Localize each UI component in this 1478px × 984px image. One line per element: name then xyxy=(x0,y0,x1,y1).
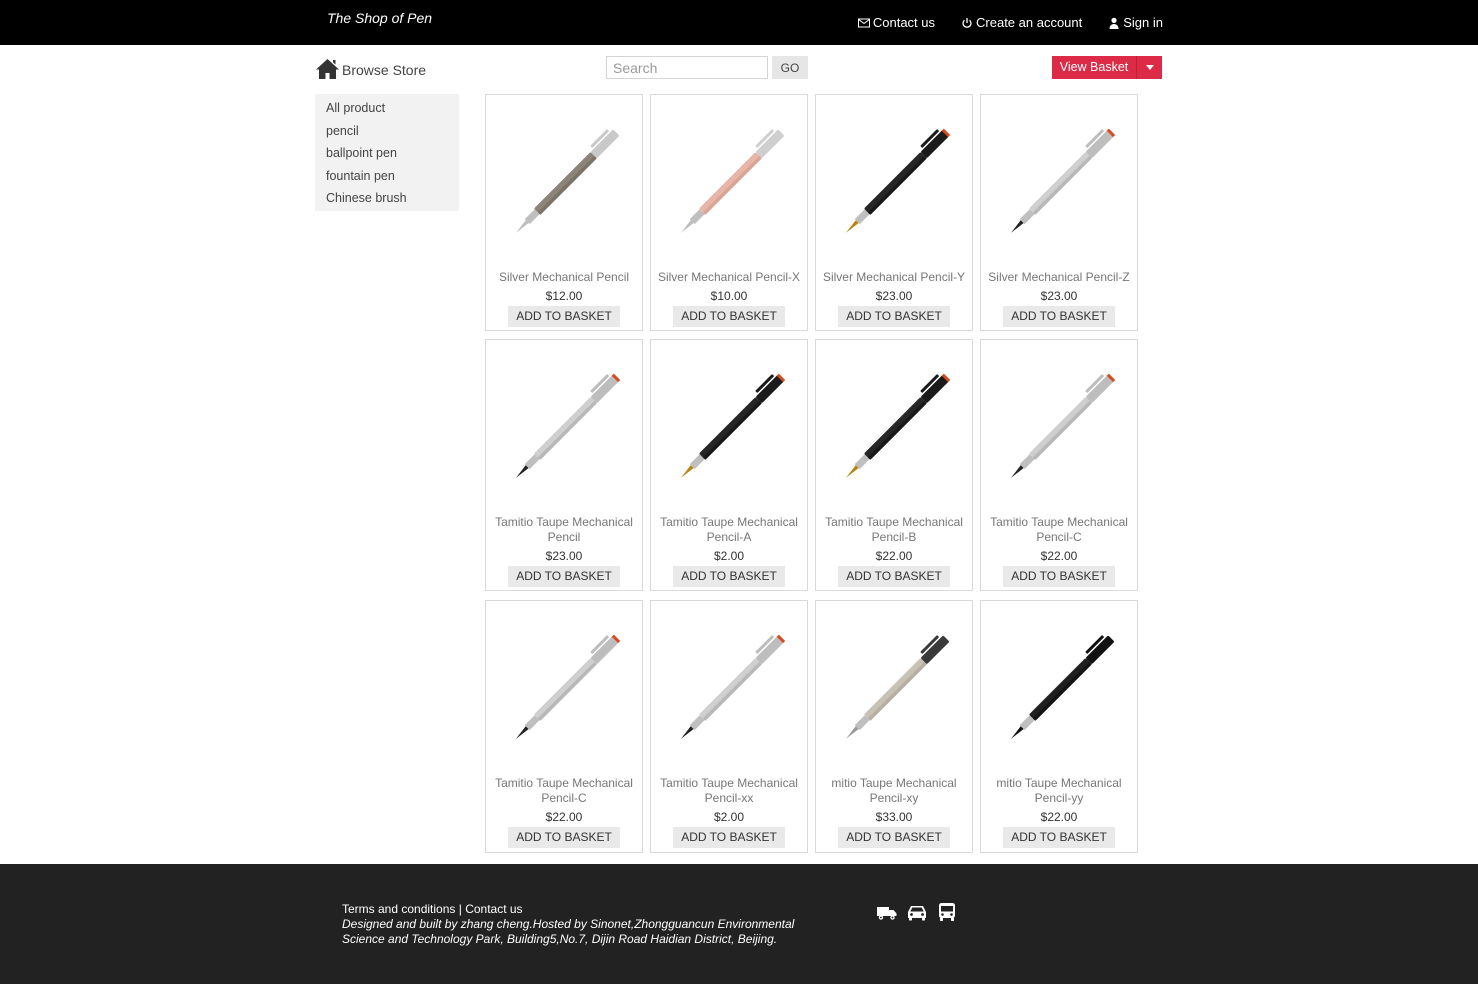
product-card: Tamitio Taupe Mechanical Pencil $23.00 ADD… xyxy=(485,339,643,591)
add-to-basket-button[interactable]: ADD TO BASKET xyxy=(673,566,785,587)
view-basket-button[interactable]: View Basket xyxy=(1052,56,1136,79)
top-nav-links: Contact us Create an account Sign in xyxy=(857,15,1163,30)
footer-credit: Designed and built by zhang cheng.Hosted… xyxy=(342,917,795,946)
add-to-basket-button[interactable]: ADD TO BASKET xyxy=(1003,306,1115,327)
product-name[interactable]: Silver Mechanical Pencil-Y xyxy=(818,270,970,285)
footer: Terms and conditions | Contact us Design… xyxy=(0,864,1478,984)
product-card: Tamitio Taupe Mechanical Pencil-xx $2.00 A… xyxy=(650,600,808,853)
product-card: Silver Mechanical Pencil-Z $23.00 ADD TO B… xyxy=(980,94,1138,331)
sign-in-label: Sign in xyxy=(1123,15,1163,30)
category-sidebar: All product pencil ballpoint pen fountai… xyxy=(315,94,459,211)
home-icon xyxy=(316,59,339,79)
product-name[interactable]: Silver Mechanical Pencil-X xyxy=(653,270,805,285)
product-price: $22.00 xyxy=(545,810,583,824)
add-to-basket-button[interactable]: ADD TO BASKET xyxy=(673,306,785,327)
product-name[interactable]: Silver Mechanical Pencil-Z xyxy=(983,270,1135,285)
add-to-basket-button[interactable]: ADD TO BASKET xyxy=(508,306,620,327)
product-price: $33.00 xyxy=(875,810,913,824)
search-input[interactable] xyxy=(606,56,768,79)
brand-title[interactable]: The Shop of Pen xyxy=(327,10,432,26)
product-price: $22.00 xyxy=(1040,810,1078,824)
browse-store-label: Browse Store xyxy=(342,62,427,78)
product-price: $23.00 xyxy=(1040,289,1078,303)
view-basket-dropdown: View Basket xyxy=(1052,56,1162,79)
product-name[interactable]: Tamitio Taupe Mechanical Pencil-C xyxy=(983,515,1135,545)
product-image[interactable] xyxy=(826,613,962,763)
sign-in-link[interactable]: Sign in xyxy=(1108,15,1163,30)
user-icon xyxy=(1109,17,1119,29)
product-price: $22.00 xyxy=(1040,549,1078,563)
footer-icons xyxy=(876,902,958,922)
bus-icon xyxy=(939,903,955,921)
product-price: $10.00 xyxy=(710,289,748,303)
product-card: Tamitio Taupe Mechanical Pencil-B $22.00 A… xyxy=(815,339,973,591)
create-account-label: Create an account xyxy=(976,15,1083,30)
go-button[interactable]: GO xyxy=(772,56,808,79)
product-card: Tamitio Taupe Mechanical Pencil-C $22.00 A… xyxy=(485,600,643,853)
product-image[interactable] xyxy=(991,613,1127,763)
product-image[interactable] xyxy=(496,613,632,763)
product-image[interactable] xyxy=(826,107,962,257)
product-card: Tamitio Taupe Mechanical Pencil-C $22.00 A… xyxy=(980,339,1138,591)
product-card: mitio Taupe Mechanical Pencil-xy $33.00 AD… xyxy=(815,600,973,853)
footer-contact-link[interactable]: Contact us xyxy=(465,902,522,916)
product-image[interactable] xyxy=(496,352,632,502)
add-to-basket-button[interactable]: ADD TO BASKET xyxy=(838,306,950,327)
product-image[interactable] xyxy=(661,352,797,502)
product-price: $2.00 xyxy=(713,810,745,824)
product-card: Silver Mechanical Pencil-X $10.00 ADD TO B… xyxy=(650,94,808,331)
terms-link[interactable]: Terms and conditions xyxy=(342,902,455,916)
sidebar-item-all-product[interactable]: All product xyxy=(315,97,459,120)
product-image[interactable] xyxy=(496,107,632,257)
sidebar-item-chinese-brush[interactable]: Chinese brush xyxy=(315,187,459,210)
product-price: $2.00 xyxy=(713,549,745,563)
product-price: $23.00 xyxy=(545,549,583,563)
footer-separator: | xyxy=(455,902,466,916)
product-name[interactable]: Tamitio Taupe Mechanical Pencil-B xyxy=(818,515,970,545)
add-to-basket-button[interactable]: ADD TO BASKET xyxy=(508,827,620,848)
sidebar-item-ballpoint-pen[interactable]: ballpoint pen xyxy=(315,142,459,165)
product-image[interactable] xyxy=(991,107,1127,257)
product-name[interactable]: Tamitio Taupe Mechanical Pencil-xx xyxy=(653,776,805,806)
product-card: Silver Mechanical Pencil $12.00 ADD TO BAS… xyxy=(485,94,643,331)
add-to-basket-button[interactable]: ADD TO BASKET xyxy=(838,566,950,587)
product-image[interactable] xyxy=(826,352,962,502)
product-name[interactable]: Silver Mechanical Pencil xyxy=(488,270,640,285)
product-image[interactable] xyxy=(661,107,797,257)
add-to-basket-button[interactable]: ADD TO BASKET xyxy=(838,827,950,848)
product-image[interactable] xyxy=(991,352,1127,502)
product-price: $12.00 xyxy=(545,289,583,303)
add-to-basket-button[interactable]: ADD TO BASKET xyxy=(508,566,620,587)
add-to-basket-button[interactable]: ADD TO BASKET xyxy=(1003,827,1115,848)
product-price: $23.00 xyxy=(875,289,913,303)
product-name[interactable]: mitio Taupe Mechanical Pencil-yy xyxy=(983,776,1135,806)
product-card: Tamitio Taupe Mechanical Pencil-A $2.00 AD… xyxy=(650,339,808,591)
car-icon xyxy=(908,906,926,921)
product-card: mitio Taupe Mechanical Pencil-yy $22.00 AD… xyxy=(980,600,1138,853)
browse-store-heading: Browse Store xyxy=(315,58,426,80)
top-navbar: The Shop of Pen Contact us Create an acc… xyxy=(0,0,1478,45)
basket-caret-toggle[interactable] xyxy=(1136,56,1162,79)
sidebar-item-pencil[interactable]: pencil xyxy=(315,120,459,143)
product-name[interactable]: mitio Taupe Mechanical Pencil-xy xyxy=(818,776,970,806)
product-name[interactable]: Tamitio Taupe Mechanical Pencil-C xyxy=(488,776,640,806)
product-name[interactable]: Tamitio Taupe Mechanical Pencil xyxy=(488,515,640,545)
product-image[interactable] xyxy=(661,613,797,763)
add-to-basket-button[interactable]: ADD TO BASKET xyxy=(1003,566,1115,587)
add-to-basket-button[interactable]: ADD TO BASKET xyxy=(673,827,785,848)
truck-icon xyxy=(877,907,897,920)
power-icon xyxy=(962,17,972,28)
create-account-link[interactable]: Create an account xyxy=(961,15,1082,30)
sidebar-item-fountain-pen[interactable]: fountain pen xyxy=(315,165,459,188)
product-name[interactable]: Tamitio Taupe Mechanical Pencil-A xyxy=(653,515,805,545)
product-price: $22.00 xyxy=(875,549,913,563)
envelope-icon xyxy=(857,18,870,27)
footer-links: Terms and conditions | Contact us xyxy=(342,902,523,916)
contact-us-label: Contact us xyxy=(872,15,936,30)
contact-us-link[interactable]: Contact us xyxy=(857,15,936,30)
product-card: Silver Mechanical Pencil-Y $23.00 ADD TO B… xyxy=(815,94,973,331)
